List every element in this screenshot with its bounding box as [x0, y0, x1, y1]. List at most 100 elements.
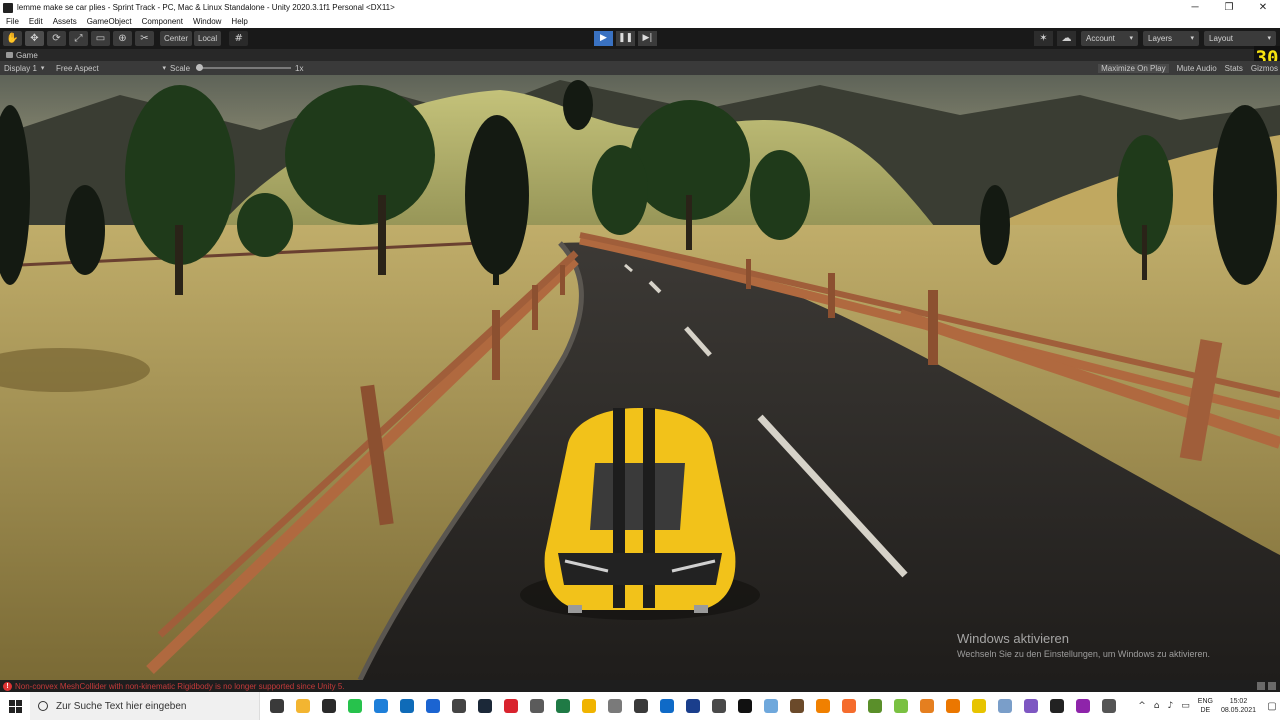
blender-taskbar-button[interactable] — [940, 692, 966, 720]
transform-tool-icon[interactable]: ⊕ — [113, 31, 132, 46]
game-bar-toggles: Maximize On Play Mute Audio Stats Gizmos — [1090, 63, 1278, 73]
scale-tool-icon[interactable]: ⤢ — [69, 31, 88, 46]
task-view-taskbar-button[interactable] — [264, 692, 290, 720]
pause-button[interactable]: ❚❚ — [616, 31, 635, 46]
move-tool-icon[interactable]: ✥ — [25, 31, 44, 46]
unity-taskbar-button[interactable] — [732, 692, 758, 720]
briefcase-icon — [452, 699, 466, 713]
clock[interactable]: 15:02 08.05.2021 — [1221, 697, 1256, 715]
outlook-taskbar-button[interactable] — [654, 692, 680, 720]
winrar-taskbar-button[interactable] — [784, 692, 810, 720]
scale-value: 1x — [295, 63, 304, 73]
menu-help[interactable]: Help — [231, 17, 247, 26]
pen-taskbar-button[interactable] — [966, 692, 992, 720]
opera-taskbar-button[interactable] — [498, 692, 524, 720]
tray-chevron-icon[interactable]: ^ — [1138, 701, 1146, 711]
close-button[interactable]: ✕ — [1246, 0, 1280, 15]
menu-gameobject[interactable]: GameObject — [87, 17, 132, 26]
grid-snap-icon[interactable]: # — [229, 31, 249, 46]
briefcase-taskbar-button[interactable] — [446, 692, 472, 720]
file-explorer-taskbar-button[interactable] — [290, 692, 316, 720]
cloud-icon[interactable]: ☁ — [1057, 31, 1076, 46]
start-button[interactable] — [0, 692, 30, 720]
network-icon[interactable]: ⌂ — [1154, 701, 1160, 711]
mail-taskbar-button[interactable] — [524, 692, 550, 720]
autodesk-taskbar-button[interactable] — [914, 692, 940, 720]
aspect-dropdown[interactable]: Free Aspect ▾ — [56, 64, 166, 73]
excel-taskbar-button[interactable] — [550, 692, 576, 720]
origin-icon — [842, 699, 856, 713]
scale-slider-thumb[interactable] — [196, 64, 204, 71]
settings-icon[interactable] — [1268, 682, 1276, 690]
maximize-on-play-toggle[interactable]: Maximize On Play — [1098, 63, 1169, 73]
language-indicator[interactable]: ENG DE — [1198, 697, 1213, 715]
scale-slider[interactable] — [196, 64, 292, 71]
shield-icon — [634, 699, 648, 713]
menu-component[interactable]: Component — [142, 17, 183, 26]
gizmos-toggle[interactable]: Gizmos — [1251, 64, 1278, 73]
console-status-bar[interactable]: ! Non-convex MeshCollider with non-kinem… — [0, 680, 1280, 692]
origin-taskbar-button[interactable] — [836, 692, 862, 720]
window-controls: ─ ❐ ✕ — [1178, 0, 1280, 15]
display-dropdown[interactable]: Display 1 ▾ — [4, 64, 52, 73]
play-button[interactable]: ▶ — [594, 31, 613, 46]
photos-taskbar-button[interactable] — [602, 692, 628, 720]
chat-taskbar-button[interactable] — [706, 692, 732, 720]
layout-dropdown[interactable]: Layout ▾ — [1204, 31, 1276, 46]
display-label: Display 1 — [4, 63, 37, 73]
custom-tool-icon[interactable]: ✂ — [135, 31, 154, 46]
taskbar-search[interactable]: Zur Suche Text hier eingeben — [30, 692, 260, 720]
minimize-button[interactable]: ─ — [1178, 0, 1212, 15]
game-view[interactable]: Windows aktivieren Wechseln Sie zu den E… — [0, 75, 1280, 680]
visual-studio-taskbar-button[interactable] — [1018, 692, 1044, 720]
rect-tool-icon[interactable]: ▭ — [91, 31, 110, 46]
menu-edit[interactable]: Edit — [29, 17, 43, 26]
shield-taskbar-button[interactable] — [628, 692, 654, 720]
account-dropdown[interactable]: Account ▾ — [1081, 31, 1138, 46]
hand-tool-icon[interactable]: ✋ — [3, 31, 22, 46]
volume-icon[interactable]: ♪ — [1168, 701, 1174, 711]
menu-assets[interactable]: Assets — [53, 17, 77, 26]
vlc-taskbar-button[interactable] — [810, 692, 836, 720]
menu-window[interactable]: Window — [193, 17, 221, 26]
rotate-tool-icon[interactable]: ⟳ — [47, 31, 66, 46]
console-message[interactable]: Non-convex MeshCollider with non-kinemat… — [15, 682, 345, 691]
layout-label: Layout — [1209, 34, 1234, 43]
headphones-taskbar-button[interactable] — [680, 692, 706, 720]
bluestacks-taskbar-button[interactable] — [888, 692, 914, 720]
layers-dropdown[interactable]: Layers ▾ — [1143, 31, 1199, 46]
language-top: ENG — [1197, 698, 1213, 705]
whatsapp-taskbar-button[interactable] — [342, 692, 368, 720]
progress-icon — [1257, 682, 1265, 690]
malwarebytes-taskbar-button[interactable] — [420, 692, 446, 720]
toolbar-right: ✶ ☁ Account ▾ Layers ▾ Layout ▾ — [1030, 31, 1276, 46]
stats-toggle[interactable]: Stats — [1225, 64, 1243, 73]
steam-taskbar-button[interactable] — [472, 692, 498, 720]
minecraft-icon — [868, 699, 882, 713]
store-taskbar-button[interactable] — [368, 692, 394, 720]
step-button[interactable]: ▶| — [638, 31, 657, 46]
obs-taskbar-button[interactable] — [316, 692, 342, 720]
maximize-button[interactable]: ❐ — [1212, 0, 1246, 15]
app-yellow-taskbar-button[interactable] — [576, 692, 602, 720]
notification-icon[interactable]: ▢ — [1264, 692, 1280, 720]
activation-watermark-title: Windows aktivieren — [957, 631, 1069, 646]
notepad-taskbar-button[interactable] — [992, 692, 1018, 720]
unity-icon — [738, 699, 752, 713]
minecraft-taskbar-button[interactable] — [862, 692, 888, 720]
windows-logo-icon — [8, 699, 22, 713]
account-label: Account — [1086, 34, 1115, 43]
tab-game[interactable]: Game — [6, 51, 38, 60]
menu-file[interactable]: File — [6, 17, 19, 26]
tor-taskbar-button[interactable] — [1070, 692, 1096, 720]
pivot-local-button[interactable]: Local — [194, 31, 222, 46]
search-input[interactable]: Zur Suche Text hier eingeben — [56, 701, 186, 712]
unity-hub-taskbar-button[interactable] — [1044, 692, 1070, 720]
mute-audio-toggle[interactable]: Mute Audio — [1177, 64, 1217, 73]
edge-taskbar-button[interactable] — [394, 692, 420, 720]
calculator-taskbar-button[interactable] — [1096, 692, 1122, 720]
battery-icon[interactable]: ▭ — [1181, 701, 1190, 711]
arrow-taskbar-button[interactable] — [758, 692, 784, 720]
pivot-center-button[interactable]: Center — [160, 31, 193, 46]
collab-icon[interactable]: ✶ — [1034, 31, 1053, 46]
